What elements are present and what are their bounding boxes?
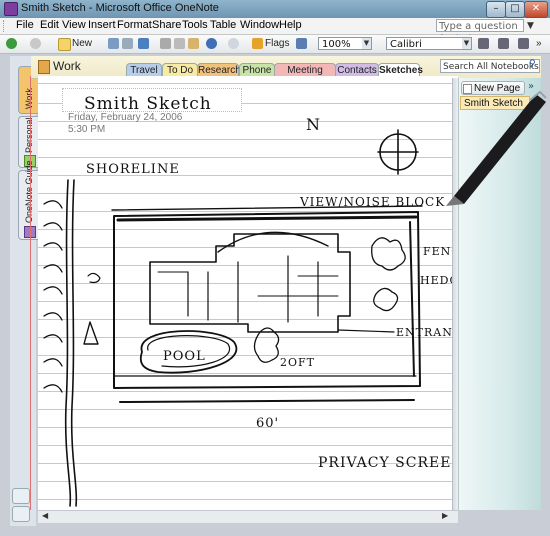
page-margin-line <box>30 76 31 510</box>
search-icon[interactable]: ⚲ <box>529 59 536 69</box>
numbering-icon[interactable] <box>498 38 509 49</box>
menu-help[interactable]: Help <box>279 19 302 31</box>
nav-guide-label: OneNote Guide <box>24 160 34 223</box>
shoreline-line-2 <box>70 179 78 507</box>
dimension-60ft-label: 60' <box>256 416 280 431</box>
view-block-label: VIEW/NOISE BLOCK <box>300 195 446 209</box>
menu-table[interactable]: Table <box>210 19 236 31</box>
nav-notebook-guide[interactable]: OneNote Guide <box>18 160 40 240</box>
close-button[interactable]: ✕ <box>524 1 548 18</box>
unfiled-notes-icon[interactable] <box>12 488 30 504</box>
bottom-frame <box>0 526 550 536</box>
title-bar: Smith Sketch - Microsoft Office OneNote … <box>0 0 550 19</box>
spelling-icon[interactable] <box>138 38 149 49</box>
shoreline-label: SHORELINE <box>86 162 180 177</box>
search-all-notebooks-input[interactable]: Search All Notebooks <box>440 59 540 73</box>
zoom-value: 100% <box>322 39 351 50</box>
menu-grip <box>3 20 7 32</box>
scroll-left-icon[interactable]: ◀ <box>42 511 48 520</box>
toolbar-overflow-icon[interactable]: » <box>536 37 542 51</box>
new-button[interactable]: New <box>72 37 92 51</box>
print-icon[interactable] <box>108 38 119 49</box>
compass-north-label: N <box>306 115 321 134</box>
stylus-pen-image <box>446 90 547 206</box>
print-preview-icon[interactable] <box>122 38 133 49</box>
flag-icon[interactable] <box>252 38 263 49</box>
zoom-combo[interactable]: 100% ▼ <box>318 37 372 50</box>
copy-icon[interactable] <box>174 38 185 49</box>
menu-edit[interactable]: Edit <box>40 19 59 31</box>
bullets-icon[interactable] <box>478 38 489 49</box>
back-icon[interactable] <box>6 38 17 49</box>
help-dropdown-icon[interactable]: ▼ <box>527 21 534 31</box>
new-icon[interactable] <box>58 38 71 51</box>
notebook-icon <box>38 60 50 74</box>
paste-icon[interactable] <box>188 38 199 49</box>
flags-button[interactable]: Flags <box>265 37 289 51</box>
menu-insert[interactable]: Insert <box>88 19 116 31</box>
notebook-title: Work <box>53 59 81 73</box>
onenote-app-icon <box>4 2 18 16</box>
menu-view[interactable]: View <box>62 19 86 31</box>
nav-personal-label: Personal <box>24 117 34 153</box>
notebook-nav: Work Personal OneNote Guide <box>10 56 40 526</box>
undo-icon[interactable] <box>206 38 217 49</box>
compass-cross <box>377 129 419 175</box>
cut-icon[interactable] <box>160 38 171 49</box>
ink-sketch[interactable] <box>38 76 458 510</box>
menu-window[interactable]: Window <box>240 19 279 31</box>
all-notebooks-icon[interactable] <box>12 506 30 522</box>
menu-tools[interactable]: Tools <box>182 19 208 31</box>
onenote-window: Smith Sketch - Microsoft Office OneNote … <box>0 0 550 536</box>
maximize-button[interactable]: □ <box>505 1 525 18</box>
nav-work-label: Work <box>24 88 34 109</box>
pen-icon[interactable] <box>296 38 307 49</box>
shoreline-line <box>64 179 72 507</box>
menu-file[interactable]: File <box>16 19 34 31</box>
window-title: Smith Sketch - Microsoft Office OneNote <box>21 2 219 14</box>
zoom-dropdown-icon[interactable]: ▼ <box>362 38 371 49</box>
scroll-right-icon[interactable]: ▶ <box>442 511 448 520</box>
menu-share[interactable]: Share <box>152 19 181 31</box>
horizontal-scrollbar[interactable]: ◀ ▶ <box>38 510 458 523</box>
water-waves <box>43 200 63 393</box>
indent-icon[interactable] <box>518 38 529 49</box>
help-search-input[interactable]: Type a question for help <box>436 19 524 45</box>
forward-icon[interactable] <box>30 38 41 49</box>
privacy-screen-label: PRIVACY SCREEN <box>318 455 465 471</box>
font-value: Calibri <box>390 39 422 50</box>
house-outline <box>149 233 351 333</box>
menu-format[interactable]: Format <box>117 19 152 31</box>
redo-icon[interactable] <box>228 38 239 49</box>
standard-toolbar: New Flags 100% ▼ Calibri ▼ » <box>0 35 550 54</box>
minimize-button[interactable]: – <box>486 1 506 18</box>
dimension-20ft-label: 2OFT <box>280 356 315 369</box>
font-combo[interactable]: Calibri ▼ <box>386 37 472 50</box>
font-dropdown-icon[interactable]: ▼ <box>462 38 471 49</box>
pool-label: POOL <box>163 349 206 364</box>
left-frame <box>0 56 9 526</box>
menu-bar: File Edit View Insert Format Share Tools… <box>0 18 550 45</box>
